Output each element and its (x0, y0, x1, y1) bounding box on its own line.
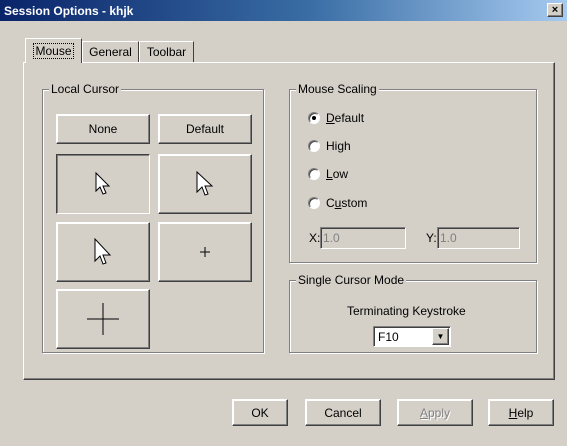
scaling-default-radio[interactable]: Default (308, 111, 364, 125)
arrow-large-icon (196, 171, 214, 197)
apply-button[interactable]: Apply (397, 399, 473, 426)
tab-toolbar-label: Toolbar (146, 45, 187, 59)
keystroke-value: F10 (378, 330, 399, 344)
cursor-small-cross-button[interactable] (158, 222, 252, 282)
close-icon: × (551, 3, 559, 16)
radio-unchecked-icon (308, 140, 320, 152)
tab-mouse[interactable]: Mouse (25, 38, 82, 63)
large-cross-icon (87, 303, 119, 335)
cursor-arrow-button[interactable] (56, 154, 150, 214)
arrow-alt-icon (94, 238, 112, 266)
cursor-arrow-large-button[interactable] (158, 154, 252, 214)
cursor-default-button[interactable]: Default (158, 114, 252, 144)
local-cursor-title: Local Cursor (49, 82, 122, 96)
help-button[interactable]: Help (488, 399, 554, 426)
keystroke-label: Terminating Keystroke (347, 304, 466, 318)
tab-toolbar[interactable]: Toolbar (139, 41, 194, 62)
chevron-down-icon[interactable]: ▼ (432, 328, 449, 345)
cancel-label: Cancel (324, 405, 362, 420)
cursor-default-label: Default (185, 122, 225, 136)
keystroke-select[interactable]: F10 ▼ (373, 326, 451, 347)
single-cursor-title: Single Cursor Mode (296, 273, 407, 287)
cursor-large-cross-button[interactable] (56, 289, 150, 349)
scaling-low-radio[interactable]: Low (308, 167, 348, 181)
radio-unchecked-icon (308, 197, 320, 209)
close-button[interactable]: × (547, 3, 563, 17)
scaling-custom-radio[interactable]: Custom (308, 196, 367, 210)
help-label: Help (508, 405, 534, 420)
cursor-none-button[interactable]: None (56, 114, 150, 144)
scaling-high-label: High (326, 139, 351, 153)
scale-y-label: Y: (426, 231, 437, 245)
radio-unchecked-icon (308, 168, 320, 180)
radio-checked-icon (308, 112, 320, 124)
scaling-custom-label: Custom (326, 196, 368, 210)
small-cross-icon (200, 247, 210, 257)
scale-y-input[interactable]: 1.0 (437, 227, 520, 249)
scaling-default-label: Default (326, 111, 365, 125)
tab-general[interactable]: General (82, 41, 139, 62)
scaling-low-label: Low (326, 167, 349, 181)
ok-button[interactable]: OK (232, 399, 288, 426)
title-bar: Session Options - khjk × (0, 0, 567, 21)
window-title: Session Options - khjk (4, 3, 134, 18)
cursor-none-label: None (88, 122, 118, 136)
ok-label: OK (251, 405, 269, 420)
tab-mouse-label: Mouse (33, 43, 74, 59)
arrow-icon (95, 172, 111, 196)
tab-general-label: General (89, 45, 132, 59)
mouse-scaling-title: Mouse Scaling (296, 82, 379, 96)
cancel-button[interactable]: Cancel (305, 399, 381, 426)
cursor-arrow-alt-button[interactable] (56, 222, 150, 282)
scaling-high-radio[interactable]: High (308, 139, 351, 153)
scale-x-label: X: (309, 231, 321, 245)
apply-label: Apply (419, 405, 451, 420)
scale-x-input[interactable]: 1.0 (320, 227, 406, 249)
